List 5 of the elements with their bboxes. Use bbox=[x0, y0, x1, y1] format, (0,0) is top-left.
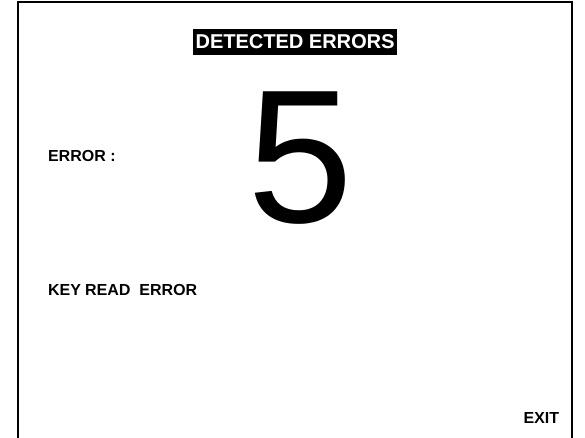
exit-button[interactable]: EXIT bbox=[521, 408, 561, 430]
error-code: 5 bbox=[247, 77, 353, 237]
error-label: ERROR : bbox=[47, 148, 117, 166]
screen-title: DETECTED ERRORS bbox=[192, 29, 398, 55]
error-message: KEY READ ERROR bbox=[48, 282, 198, 299]
